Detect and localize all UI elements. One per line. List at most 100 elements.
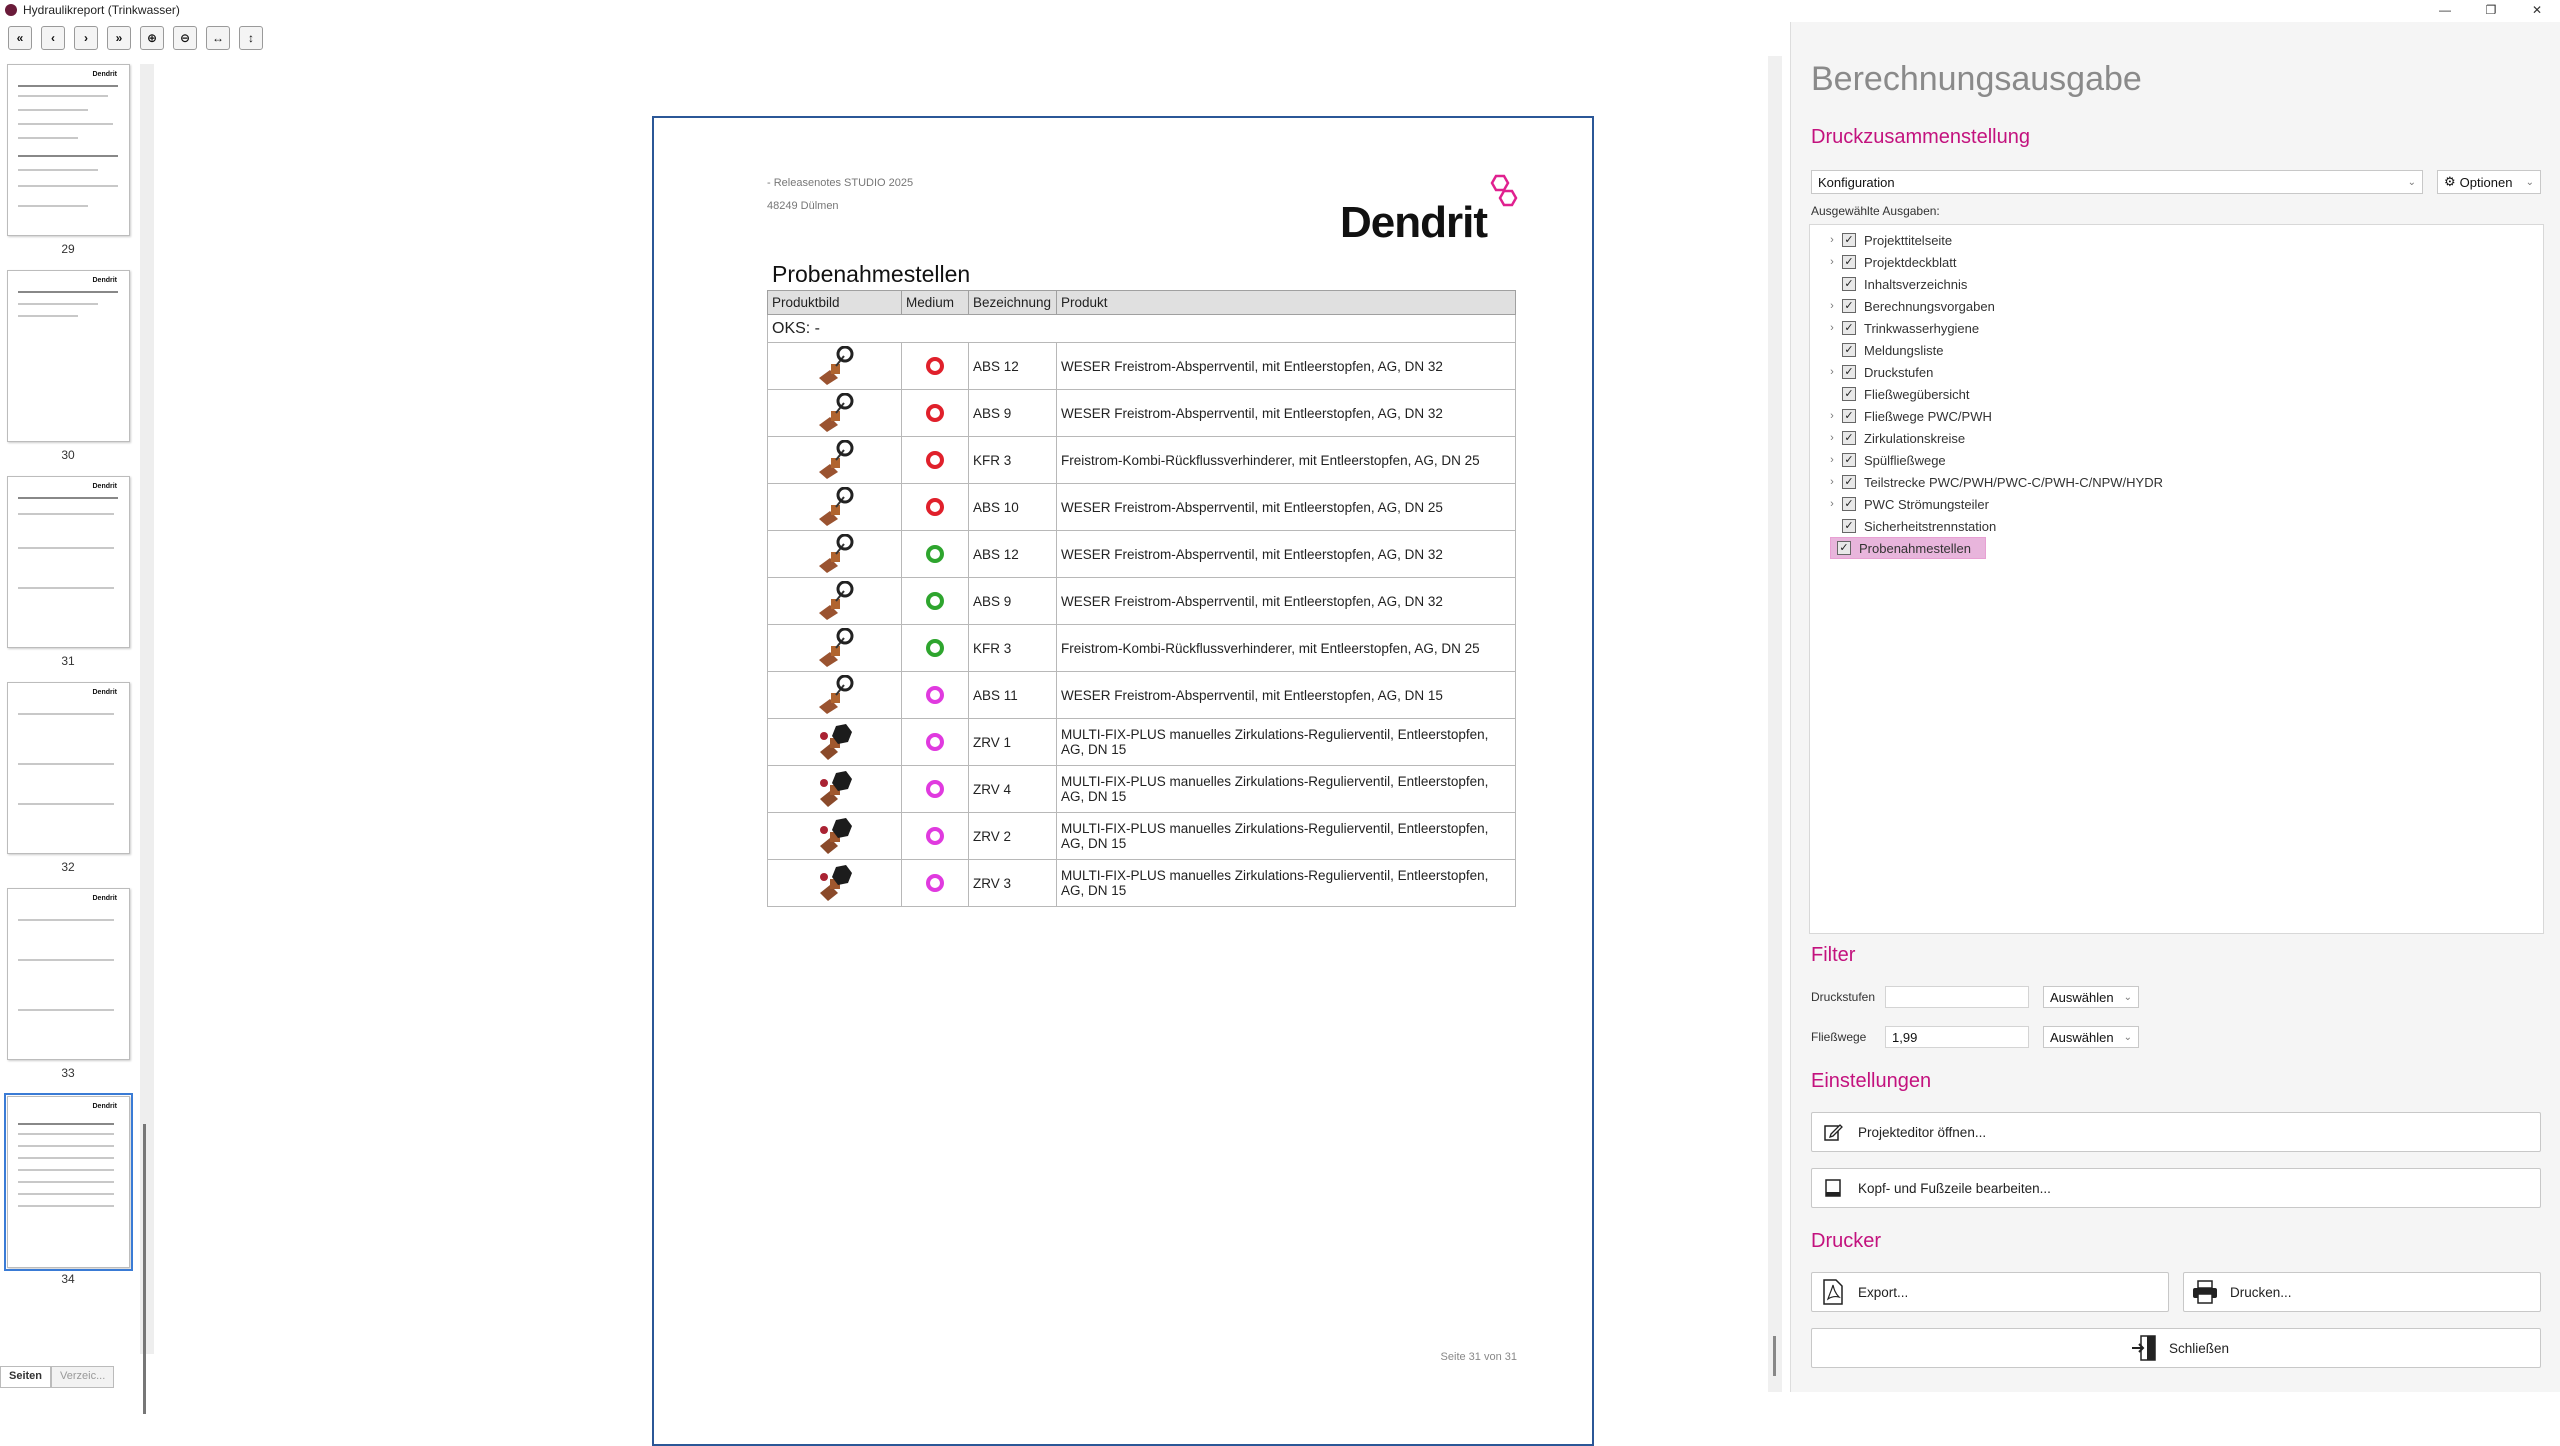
page-thumbnail-31[interactable]: Dendrit — [7, 476, 130, 648]
header-line-2: 48249 Dülmen — [767, 200, 839, 212]
chevron-down-icon: ⌄ — [2123, 1031, 2132, 1043]
zoom-in-button[interactable]: ⊕ — [140, 26, 164, 50]
tree-item[interactable]: › ✓ Fließwege PWC/PWH — [1810, 405, 1992, 427]
chevron-right-icon[interactable]: › — [1822, 256, 1842, 268]
configuration-select[interactable]: Konfiguration ⌄ — [1811, 170, 2423, 194]
print-button[interactable]: Drucken... — [2183, 1272, 2541, 1312]
product-image-cell — [767, 342, 902, 390]
tree-item[interactable]: › ✓ Projektdeckblatt — [1810, 251, 1956, 273]
checkbox[interactable]: ✓ — [1842, 343, 1856, 357]
checkbox[interactable]: ✓ — [1842, 431, 1856, 445]
viewer-scrollbar[interactable] — [1768, 56, 1782, 1392]
chevron-right-icon[interactable]: › — [1822, 300, 1842, 312]
checkbox[interactable]: ✓ — [1842, 497, 1856, 511]
tree-item[interactable]: › ✓ PWC Strömungsteiler — [1810, 493, 1989, 515]
report-page: - Releasenotes STUDIO 2025 48249 Dülmen … — [652, 116, 1594, 1446]
first-page-button[interactable]: « — [8, 26, 32, 50]
header-footer-button[interactable]: Kopf- und Fußzeile bearbeiten... — [1811, 1168, 2541, 1208]
tree-item[interactable]: ✓ Inhaltsverzeichnis — [1810, 273, 1967, 295]
chevron-right-icon[interactable]: › — [1822, 366, 1842, 378]
tree-item[interactable]: › ✓ Zirkulationskreise — [1810, 427, 1965, 449]
page-thumbnail-32[interactable]: Dendrit — [7, 682, 130, 854]
tree-item[interactable]: › ✓ Druckstufen — [1810, 361, 1933, 383]
chevron-right-icon[interactable]: › — [1822, 234, 1842, 246]
medium-ring-icon — [926, 639, 944, 657]
export-button[interactable]: Export... — [1811, 1272, 2169, 1312]
table-row: ABS 11 WESER Freistrom-Absperrventil, mit… — [767, 671, 1516, 719]
checkbox[interactable]: ✓ — [1842, 409, 1856, 423]
filter-pressure-select[interactable]: Auswählen ⌄ — [2043, 986, 2139, 1008]
medium-cell — [901, 718, 969, 766]
tree-item[interactable]: › ✓ Trinkwasserhygiene — [1810, 317, 1979, 339]
next-page-button[interactable]: › — [74, 26, 98, 50]
project-editor-button[interactable]: Projekteditor öffnen... — [1811, 1112, 2541, 1152]
thumbnail-scrollbar[interactable] — [140, 64, 154, 1414]
last-page-button[interactable]: » — [107, 26, 131, 50]
tree-item[interactable]: › ✓ Teilstrecke PWC/PWH/PWC-C/PWH-C/NPW/HY… — [1810, 471, 2163, 493]
thumb-logo: Dendrit — [92, 277, 118, 284]
tree-item[interactable]: ✓ Fließwegübersicht — [1810, 383, 1970, 405]
checkbox[interactable]: ✓ — [1842, 255, 1856, 269]
checkbox[interactable]: ✓ — [1842, 321, 1856, 335]
options-button[interactable]: ⚙ Optionen ⌄ — [2437, 170, 2541, 194]
chevron-right-icon[interactable]: › — [1822, 322, 1842, 334]
product-cell: MULTI-FIX-PLUS manuelles Zirkulations-Re… — [1056, 765, 1516, 813]
maximize-button[interactable]: ❐ — [2468, 0, 2514, 20]
tree-item-label: Probenahmestellen — [1859, 540, 1972, 556]
chevron-right-icon[interactable]: › — [1822, 454, 1842, 466]
thumb-number-32: 32 — [61, 860, 75, 874]
tree-item-label: PWC Strömungsteiler — [1864, 496, 1989, 512]
tab-toc[interactable]: Verzeic... — [51, 1366, 115, 1388]
chevron-right-icon[interactable]: › — [1822, 432, 1842, 444]
checkbox[interactable]: ✓ — [1842, 475, 1856, 489]
tree-item-label: Teilstrecke PWC/PWH/PWC-C/PWH-C/NPW/HYDR — [1864, 474, 2163, 490]
fit-width-button[interactable]: ↔ — [206, 26, 230, 50]
prev-page-button[interactable]: ‹ — [41, 26, 65, 50]
zoom-out-button[interactable]: ⊖ — [173, 26, 197, 50]
close-window-button[interactable]: ✕ — [2514, 0, 2560, 20]
tree-item-label: Trinkwasserhygiene — [1864, 320, 1980, 336]
tab-pages[interactable]: Seiten — [0, 1366, 52, 1388]
chevron-right-icon[interactable]: › — [1822, 498, 1842, 510]
checkbox[interactable]: ✓ — [1842, 233, 1856, 247]
page-layout-icon — [1820, 1175, 1846, 1201]
window-title: Hydraulikreport (Trinkwasser) — [23, 3, 180, 17]
page-thumbnail-30[interactable]: Dendrit — [7, 270, 130, 442]
page-thumbnail-29[interactable]: Dendrit — [7, 64, 130, 236]
checkbox[interactable]: ✓ — [1842, 387, 1856, 401]
chevron-right-icon[interactable]: › — [1822, 410, 1842, 422]
selected-outputs-label: Ausgewählte Ausgaben: — [1811, 204, 1940, 218]
checkbox[interactable]: ✓ — [1837, 541, 1851, 555]
filter-pressure-input[interactable] — [1885, 986, 2029, 1008]
tree-item[interactable]: ✓ Sicherheitstrennstation — [1810, 515, 1996, 537]
product-image-cell — [767, 577, 902, 625]
designation-cell: ZRV 4 — [968, 765, 1057, 813]
fit-height-button[interactable]: ↕ — [239, 26, 263, 50]
medium-cell — [901, 389, 969, 437]
product-image — [772, 722, 897, 762]
page-thumbnail-34[interactable]: Dendrit — [4, 1093, 133, 1271]
checkbox[interactable]: ✓ — [1842, 365, 1856, 379]
checkbox[interactable]: ✓ — [1842, 453, 1856, 467]
filter-flowpath-select[interactable]: Auswählen ⌄ — [2043, 1026, 2139, 1048]
tree-item[interactable]: ✓ Meldungsliste — [1810, 339, 1944, 361]
medium-ring-icon — [926, 451, 944, 469]
tree-item-label: Inhaltsverzeichnis — [1864, 276, 1968, 292]
close-button[interactable]: Schließen — [1811, 1328, 2541, 1368]
table-row: ABS 10 WESER Freistrom-Absperrventil, mit… — [767, 483, 1516, 531]
product-image — [772, 393, 897, 433]
tree-item[interactable]: ✓ Probenahmestellen — [1830, 537, 1987, 559]
checkbox[interactable]: ✓ — [1842, 299, 1856, 313]
panel-title: Berechnungsausgabe — [1811, 60, 2142, 98]
tree-item[interactable]: › ✓ Berechnungsvorgaben — [1810, 295, 1995, 317]
tree-item[interactable]: › ✓ Spülfließwege — [1810, 449, 1946, 471]
filter-flowpath-input[interactable]: 1,99 — [1885, 1026, 2029, 1048]
product-image-cell — [767, 812, 902, 860]
page-thumbnail-33[interactable]: Dendrit — [7, 888, 130, 1060]
checkbox[interactable]: ✓ — [1842, 277, 1856, 291]
minimize-button[interactable]: — — [2422, 0, 2468, 20]
chevron-right-icon[interactable]: › — [1822, 476, 1842, 488]
tree-item[interactable]: › ✓ Projekttitelseite — [1810, 229, 1952, 251]
checkbox[interactable]: ✓ — [1842, 519, 1856, 533]
output-panel: Berechnungsausgabe Druckzusammenstellung… — [1790, 22, 2560, 1392]
